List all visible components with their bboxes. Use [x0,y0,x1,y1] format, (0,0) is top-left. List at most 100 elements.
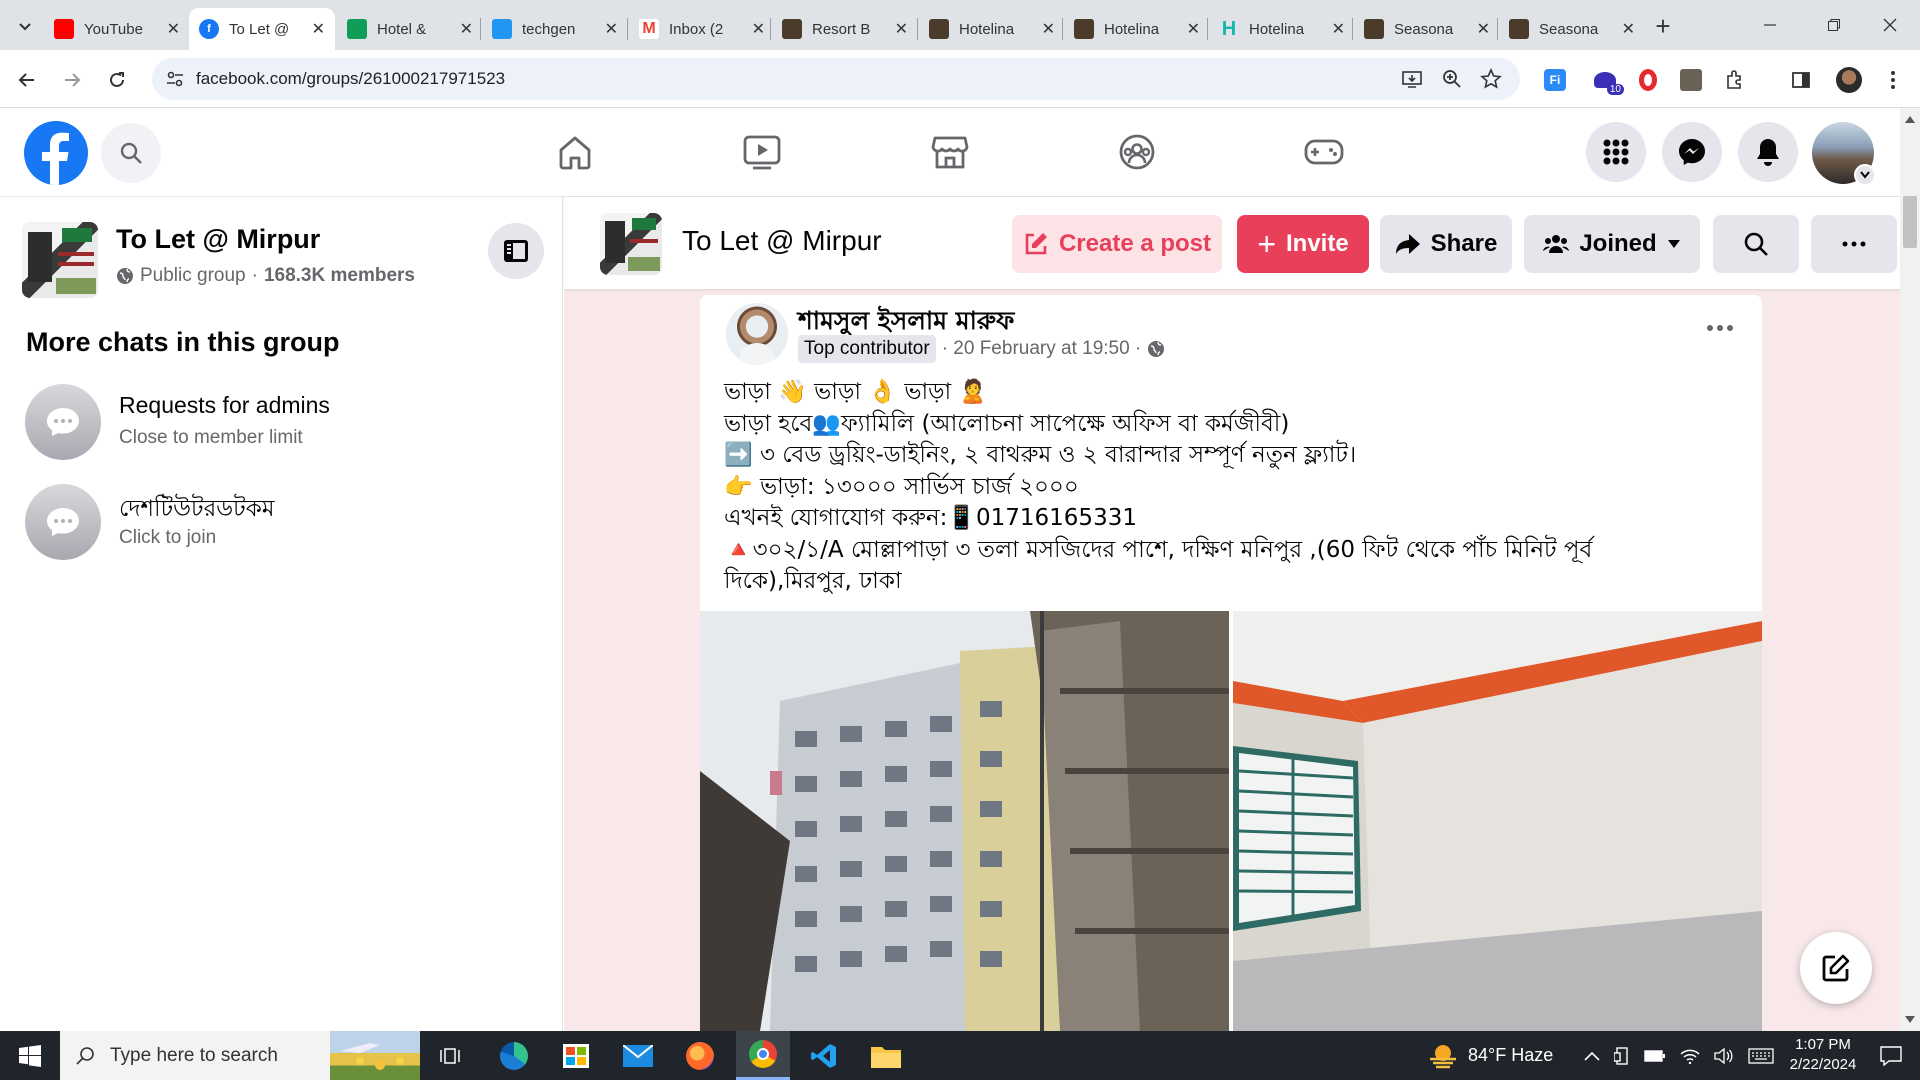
joined-button[interactable]: Joined [1524,215,1700,273]
taskbar-search-box[interactable]: Type here to search [60,1031,420,1080]
clock[interactable]: 1:07 PM 2/22/2024 [1768,1035,1878,1077]
install-app-icon[interactable] [1402,69,1422,89]
new-tab-button[interactable]: + [1648,11,1678,41]
extension-fi-button[interactable]: Fi [1540,65,1570,95]
chevron-up-icon[interactable] [1584,1051,1600,1061]
chat-item-deshtutor[interactable]: দেশটিউটরডটকম Click to join [16,477,546,569]
browser-tab[interactable]: Hotelina ✕ [919,8,1065,50]
wifi-icon[interactable] [1680,1048,1700,1064]
tab-close-icon[interactable]: ✕ [752,19,765,39]
post-options-button[interactable] [1700,313,1740,343]
nav-gaming[interactable] [1302,130,1346,174]
account-avatar-button[interactable] [1812,122,1876,186]
author-avatar[interactable] [726,303,788,365]
opera-extension-button[interactable] [1633,65,1663,95]
browser-tab[interactable]: Hotelina ✕ [1064,8,1210,50]
taskbar-mail[interactable] [614,1031,662,1080]
browser-tab[interactable]: H Hotelina ✕ [1209,8,1355,50]
close-window-button[interactable] [1870,10,1910,40]
browser-tab[interactable]: techgen ✕ [482,8,628,50]
nav-video[interactable] [740,130,784,174]
weather-text: 84°F Haze [1468,1045,1554,1065]
back-button[interactable] [10,63,44,97]
tab-close-icon[interactable]: ✕ [460,19,473,39]
reload-button[interactable] [100,63,134,97]
facebook-search-button[interactable] [101,123,161,183]
taskbar-file-explorer[interactable] [862,1031,910,1080]
device-icon[interactable] [1614,1046,1630,1065]
extension-image-button[interactable] [1676,65,1706,95]
browser-tab[interactable]: Seasona ✕ [1354,8,1500,50]
nav-marketplace[interactable] [928,130,972,174]
taskbar-chrome[interactable] [736,1031,790,1080]
browser-menu-button[interactable] [1878,65,1908,95]
tab-close-icon[interactable]: ✕ [1042,19,1055,39]
tab-close-icon[interactable]: ✕ [1477,19,1490,39]
group-header-thumbnail[interactable] [600,213,662,275]
invite-button[interactable]: + Invite [1237,215,1369,273]
tab-close-icon[interactable]: ✕ [312,19,325,39]
nav-home[interactable] [553,130,597,174]
group-header-title[interactable]: To Let @ Mirpur [682,225,882,257]
browser-tab[interactable]: Resort B ✕ [772,8,918,50]
scroll-down-arrow[interactable] [1905,1016,1915,1023]
site-info-icon[interactable] [166,70,184,88]
tab-close-icon[interactable]: ✕ [167,19,180,39]
browser-tab[interactable]: Hotel & ✕ [337,8,483,50]
tab-close-icon[interactable]: ✕ [1622,19,1635,39]
tab-close-icon[interactable]: ✕ [1187,19,1200,39]
tab-separator [1207,18,1208,40]
forward-button[interactable] [55,63,89,97]
nav-groups[interactable] [1115,130,1159,174]
browser-tab[interactable]: M Inbox (2 ✕ [629,8,775,50]
notification-center-button[interactable] [1866,1031,1916,1080]
group-cover-thumbnail[interactable] [22,222,98,298]
extensions-menu-button[interactable] [1720,65,1750,95]
post-timestamp[interactable]: · 20 February at 19:50 · [942,338,1142,360]
scroll-up-arrow[interactable] [1905,116,1915,123]
tab-close-icon[interactable]: ✕ [1332,19,1345,39]
bookmark-star-icon[interactable] [1480,68,1502,90]
volume-icon[interactable] [1714,1047,1734,1064]
url-bar[interactable]: facebook.com/groups/261000217971523 [152,58,1520,100]
menu-button[interactable] [1586,122,1646,182]
taskbar-vscode[interactable] [800,1031,848,1080]
collapse-sidebar-button[interactable] [488,223,544,279]
tab-search-button[interactable] [10,12,40,40]
share-button[interactable]: Share [1380,215,1512,273]
messenger-button[interactable] [1662,122,1722,182]
minimize-button[interactable] [1750,10,1790,40]
taskbar-firefox[interactable] [676,1031,724,1080]
browser-tab[interactable]: YouTube ✕ [44,8,190,50]
browser-tab[interactable]: Seasona ✕ [1499,8,1645,50]
restore-button[interactable] [1814,10,1854,40]
taskbar-edge[interactable] [490,1031,538,1080]
page-scrollbar[interactable] [1900,108,1920,1031]
task-view-button[interactable] [428,1031,472,1080]
tab-close-icon[interactable]: ✕ [605,19,618,39]
taskbar-store[interactable] [552,1031,600,1080]
new-message-fab[interactable] [1800,932,1872,1004]
group-name[interactable]: To Let @ Mirpur [116,224,320,255]
weather-widget[interactable]: 84°F Haze [1428,1031,1568,1080]
post-photo-room[interactable] [1233,611,1762,1031]
extension-badge-button[interactable]: 10 [1590,65,1624,95]
notifications-button[interactable] [1738,122,1798,182]
side-panel-button[interactable] [1786,65,1816,95]
group-chats-sidebar: To Let @ Mirpur Public group · 168.3K me… [0,197,563,1031]
group-more-button[interactable] [1811,215,1897,273]
scrollbar-thumb[interactable] [1903,196,1917,248]
post-photo-building[interactable] [700,611,1229,1031]
start-button[interactable] [0,1031,60,1080]
zoom-icon[interactable] [1442,69,1462,89]
chat-item-requests-for-admins[interactable]: Requests for admins Close to member limi… [16,377,546,469]
browser-tab[interactable]: f To Let @ ✕ [189,8,335,50]
profile-button[interactable] [1834,65,1864,95]
group-search-button[interactable] [1713,215,1799,273]
facebook-logo[interactable] [24,121,88,185]
address-bar-row: facebook.com/groups/261000217971523 Fi 1… [0,50,1920,108]
battery-icon[interactable] [1644,1049,1666,1063]
top-contributor-badge[interactable]: Top contributor [798,335,936,363]
create-post-button[interactable]: Create a post [1012,215,1222,273]
tab-close-icon[interactable]: ✕ [895,19,908,39]
